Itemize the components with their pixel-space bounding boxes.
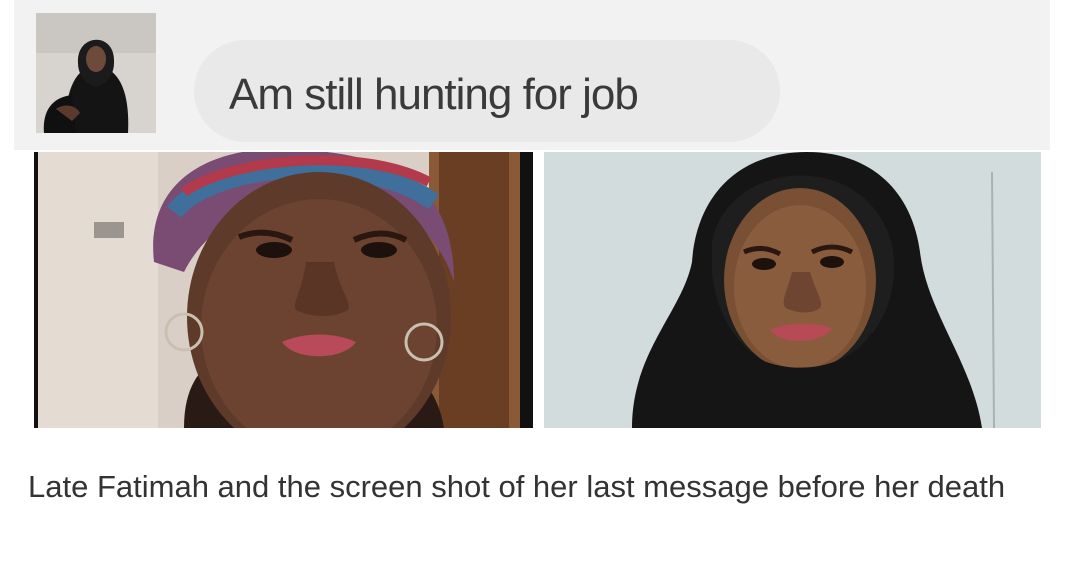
message-text: Am still hunting for job [229, 70, 639, 119]
message-bubble: Am still hunting for job [194, 40, 780, 142]
avatar-photo [36, 13, 156, 133]
headwrap-portrait [34, 152, 533, 428]
caption: Late Fatimah and the screen shot of her … [28, 469, 1006, 504]
avatar [36, 13, 156, 133]
portrait-photo-left [34, 152, 533, 428]
hijab-portrait [542, 152, 1041, 428]
portrait-photo-right [542, 152, 1041, 428]
